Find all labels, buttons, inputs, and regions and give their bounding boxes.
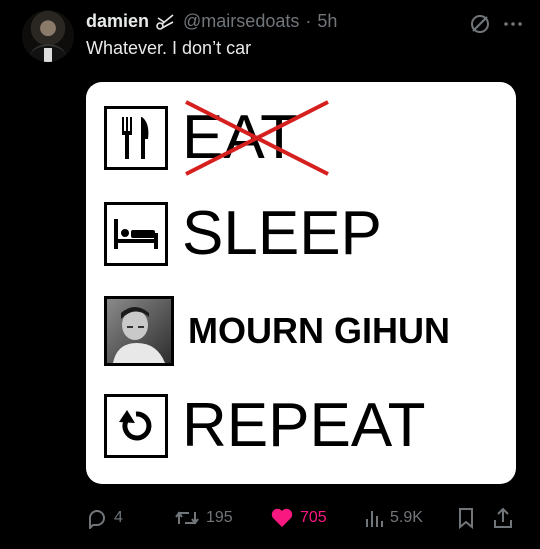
separator: · [305, 11, 312, 31]
meme-word-mourn: MOURN GIHUN [188, 310, 450, 351]
meme-row-sleep: SLEEP [104, 202, 382, 266]
reply-button[interactable]: 4 [86, 507, 123, 529]
reply-icon [89, 510, 105, 529]
heart-icon [271, 508, 293, 527]
views-icon [366, 511, 383, 527]
timestamp[interactable]: 5h [317, 11, 337, 32]
views-count: 5.9K [390, 509, 423, 526]
repost-icon [175, 511, 199, 525]
tweet-media[interactable]: EAT SLEEP MOURN GIHUN REPEAT [86, 82, 516, 484]
meme-word-sleep: SLEEP [182, 199, 382, 268]
like-button[interactable]: 705 [270, 507, 327, 529]
avatar-shirt [44, 48, 52, 62]
share-icon[interactable] [492, 506, 514, 530]
top-icons [468, 12, 524, 36]
meme-row-mourn: MOURN GIHUN [104, 296, 450, 366]
meme-row-repeat: REPEAT [104, 394, 425, 458]
man-photo [104, 296, 174, 366]
repost-button[interactable]: 195 [174, 507, 233, 529]
actions-bar: 4 195 705 5.9K [86, 505, 528, 531]
loop-arrow-icon [104, 394, 168, 458]
tweet-header: damien @mairsedoats · 5h [86, 11, 337, 32]
grok-icon[interactable] [468, 12, 492, 36]
like-count: 705 [300, 509, 327, 526]
strike-through-x [185, 100, 329, 176]
repost-count: 195 [206, 509, 233, 526]
reply-count: 4 [114, 509, 123, 526]
views-button[interactable]: 5.9K [364, 507, 423, 529]
tweet-text: Whatever. I don’t car [86, 38, 252, 58]
fork-knife-icon [104, 106, 168, 170]
scissors-icon [156, 13, 174, 30]
user-handle[interactable]: @mairsedoats [183, 11, 299, 32]
display-name[interactable]: damien [86, 11, 149, 32]
bed-icon [104, 202, 168, 266]
meme-word-repeat: REPEAT [182, 391, 426, 460]
more-icon[interactable] [502, 12, 524, 36]
bookmark-icon[interactable] [456, 506, 476, 530]
avatar[interactable] [22, 10, 74, 62]
